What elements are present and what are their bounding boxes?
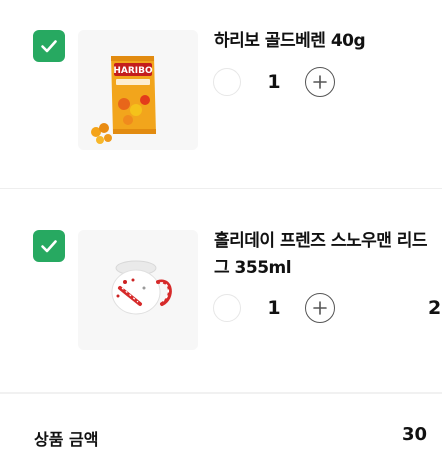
check-icon [41,40,57,53]
plus-icon [313,301,327,315]
brand-logo-text: HARIBO [113,66,153,76]
summary-label: 상품 금액 [34,430,99,449]
product-name[interactable]: 하리보 골드베렌 40g [214,28,366,55]
section-divider [0,392,442,394]
snowman-mug-icon [78,230,198,350]
product-name-line1[interactable]: 홀리데이 프렌즈 스노우맨 리드 [214,228,428,255]
item-checkbox[interactable] [33,230,65,262]
increase-quantity-button[interactable] [305,293,335,323]
cart-item: HARIBO 하리보 골드베렌 40g 1 [0,0,442,182]
decrease-quantity-button[interactable] [213,68,241,96]
gummy-bear-bag-icon: HARIBO [78,30,198,150]
check-icon [41,240,57,253]
item-checkbox[interactable] [33,30,65,62]
product-image[interactable]: HARIBO [78,30,198,150]
quantity-value: 1 [267,297,281,319]
item-price: 2 [428,297,442,319]
increase-quantity-button[interactable] [305,67,335,97]
decrease-quantity-button[interactable] [213,294,241,322]
divider [0,188,442,189]
plus-icon [313,75,327,89]
product-image[interactable] [78,230,198,350]
product-name-line2[interactable]: 그 355ml [214,255,292,282]
cart-item: 홀리데이 프렌즈 스노우맨 리드 그 355ml 1 2 [0,210,442,360]
quantity-value: 1 [267,71,281,93]
